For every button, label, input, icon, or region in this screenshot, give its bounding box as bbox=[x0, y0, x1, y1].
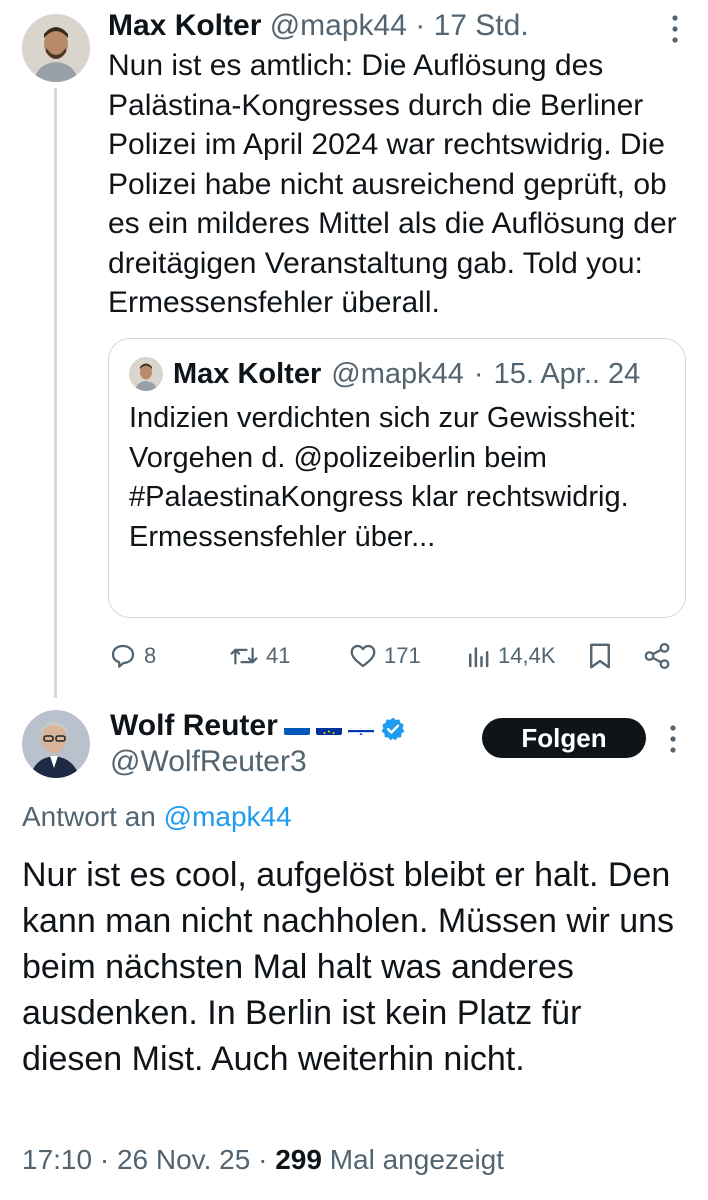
quoted-tweet[interactable]: Max Kolter @mapk44 · 15. Apr.. 24 Indizi… bbox=[108, 338, 686, 618]
share-icon[interactable] bbox=[642, 641, 672, 676]
tweet-text: Nun ist es amtlich: Die Auflösung des Pa… bbox=[108, 49, 677, 319]
separator: · bbox=[415, 9, 426, 42]
verified-badge-icon bbox=[380, 713, 406, 741]
repost-count: 41 bbox=[266, 643, 291, 668]
reply-header: Wolf Reuter bbox=[110, 706, 406, 746]
repost-icon bbox=[230, 647, 258, 665]
like-action[interactable]: 171 bbox=[348, 636, 421, 676]
reply-date[interactable]: 26 Nov. 25 bbox=[117, 1144, 250, 1175]
reply-to-line: Antwort an @mapk44 bbox=[22, 798, 292, 836]
tweet-header: Max Kolter @mapk44 · 17 Std. bbox=[108, 6, 529, 46]
repost-action[interactable]: 41 bbox=[228, 636, 290, 676]
meta-separator-2: · bbox=[258, 1144, 268, 1175]
views-number: 299 bbox=[275, 1144, 322, 1175]
quote-text: Indizien verdichten sich zur Gewissheit:… bbox=[129, 402, 637, 553]
thread-line bbox=[54, 88, 57, 698]
bookmark-icon[interactable] bbox=[587, 641, 613, 676]
quote-separator: · bbox=[473, 358, 484, 390]
israel-flag-icon bbox=[347, 717, 374, 735]
reply-author-avatar[interactable] bbox=[22, 710, 90, 778]
views-label: Mal angezeigt bbox=[329, 1144, 505, 1175]
reply-more-options-icon[interactable] bbox=[666, 724, 680, 759]
reply-author-handle[interactable]: @WolfReuter3 bbox=[110, 742, 307, 782]
reply-count: 8 bbox=[144, 643, 157, 668]
like-count: 171 bbox=[384, 643, 421, 668]
more-options-icon[interactable] bbox=[668, 14, 682, 49]
analytics-icon bbox=[469, 647, 489, 668]
author-avatar[interactable] bbox=[22, 14, 90, 82]
reply-action[interactable]: 8 bbox=[108, 636, 156, 676]
reply-meta: 17:10 · 26 Nov. 25 · 299 Mal angezeigt bbox=[22, 1140, 504, 1180]
quote-author-name: Max Kolter bbox=[173, 358, 322, 390]
reply-text: Nur ist es cool, aufgelöst bleibt er hal… bbox=[22, 856, 675, 1078]
author-name[interactable]: Max Kolter bbox=[108, 9, 261, 42]
quote-author-handle: @mapk44 bbox=[331, 358, 464, 390]
quote-header: Max Kolter @mapk44 · 15. Apr.. 24 bbox=[129, 355, 640, 393]
reply-time[interactable]: 17:10 bbox=[22, 1144, 92, 1175]
author-handle[interactable]: @mapk44 bbox=[270, 9, 407, 42]
reply-to-handle[interactable]: @mapk44 bbox=[164, 801, 292, 832]
eu-flag-icon bbox=[315, 717, 342, 735]
ukraine-flag-icon bbox=[283, 717, 310, 735]
views-count: 14,4K bbox=[498, 643, 556, 668]
tweet-time[interactable]: 17 Std. bbox=[434, 9, 529, 42]
quote-time: 15. Apr.. 24 bbox=[493, 358, 641, 390]
heart-icon bbox=[350, 644, 376, 668]
reply-to-prefix: Antwort an bbox=[22, 801, 156, 832]
reply-author-name[interactable]: Wolf Reuter bbox=[110, 706, 278, 746]
views-action[interactable]: 14,4K bbox=[466, 636, 556, 676]
quote-avatar bbox=[129, 357, 163, 391]
follow-button[interactable]: Folgen bbox=[482, 718, 646, 758]
meta-separator: · bbox=[99, 1144, 110, 1175]
reply-icon bbox=[111, 644, 135, 668]
